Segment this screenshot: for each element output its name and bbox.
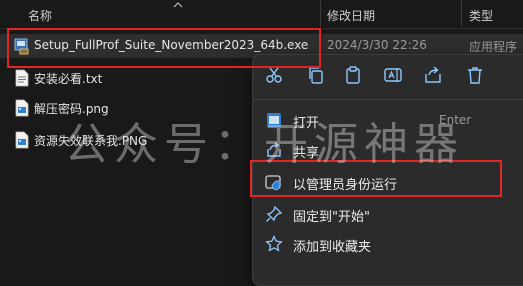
file-name: 安装必看.txt	[34, 72, 103, 86]
column-header-bar: 名称 修改日期 类型	[0, 0, 523, 29]
menu-item-label: 以管理员身份运行	[293, 178, 398, 193]
menu-item-label: 共享	[293, 146, 320, 161]
column-header-date[interactable]: 修改日期	[327, 7, 375, 24]
menu-separator	[253, 99, 523, 100]
menu-item-share[interactable]: 共享	[253, 135, 523, 165]
delete-icon[interactable]	[463, 63, 487, 87]
share-icon[interactable]	[421, 63, 445, 87]
menu-item-label: 添加到收藏夹	[293, 240, 372, 255]
file-name: 解压密码.png	[34, 102, 109, 116]
admin-shield-icon	[265, 175, 281, 191]
menu-item-add-to-favorites[interactable]: 添加到收藏夹	[253, 229, 523, 259]
column-header-type[interactable]: 类型	[469, 7, 493, 24]
menu-item-open[interactable]: 打开 Enter	[253, 105, 523, 135]
column-divider[interactable]	[320, 0, 321, 27]
sort-chevron-up-icon[interactable]	[173, 1, 183, 9]
file-name: Setup_FullProf_Suite_November2023_64b.ex…	[34, 38, 309, 52]
menu-item-label: 固定到"开始"	[293, 210, 370, 225]
rename-icon[interactable]	[381, 63, 405, 87]
file-type: 应用程序	[469, 40, 518, 54]
menu-item-run-as-admin[interactable]: 以管理员身份运行	[253, 167, 523, 197]
copy-icon[interactable]	[304, 63, 328, 87]
file-name: 资源失效联系我.PNG	[34, 134, 148, 148]
pin-icon	[266, 205, 283, 222]
menu-item-label: 打开	[293, 116, 320, 131]
column-header-name[interactable]: 名称	[28, 7, 52, 24]
column-divider[interactable]	[461, 0, 462, 27]
text-file-icon	[15, 69, 29, 87]
menu-item-accelerator: Enter	[439, 113, 472, 127]
star-icon	[265, 235, 283, 252]
file-date: 2024/3/30 22:26	[327, 38, 427, 52]
context-menu: 打开 Enter 共享 以管理员身份运行 固定到"开始" 添加到收藏夹	[252, 54, 523, 286]
menu-item-pin-to-start[interactable]: 固定到"开始"	[253, 199, 523, 229]
installer-icon	[14, 38, 29, 55]
image-file-icon	[15, 131, 29, 149]
share-icon	[267, 141, 281, 157]
image-file-icon	[15, 99, 29, 117]
paste-icon[interactable]	[341, 63, 365, 87]
cut-icon[interactable]	[262, 63, 286, 87]
open-icon	[267, 113, 281, 127]
